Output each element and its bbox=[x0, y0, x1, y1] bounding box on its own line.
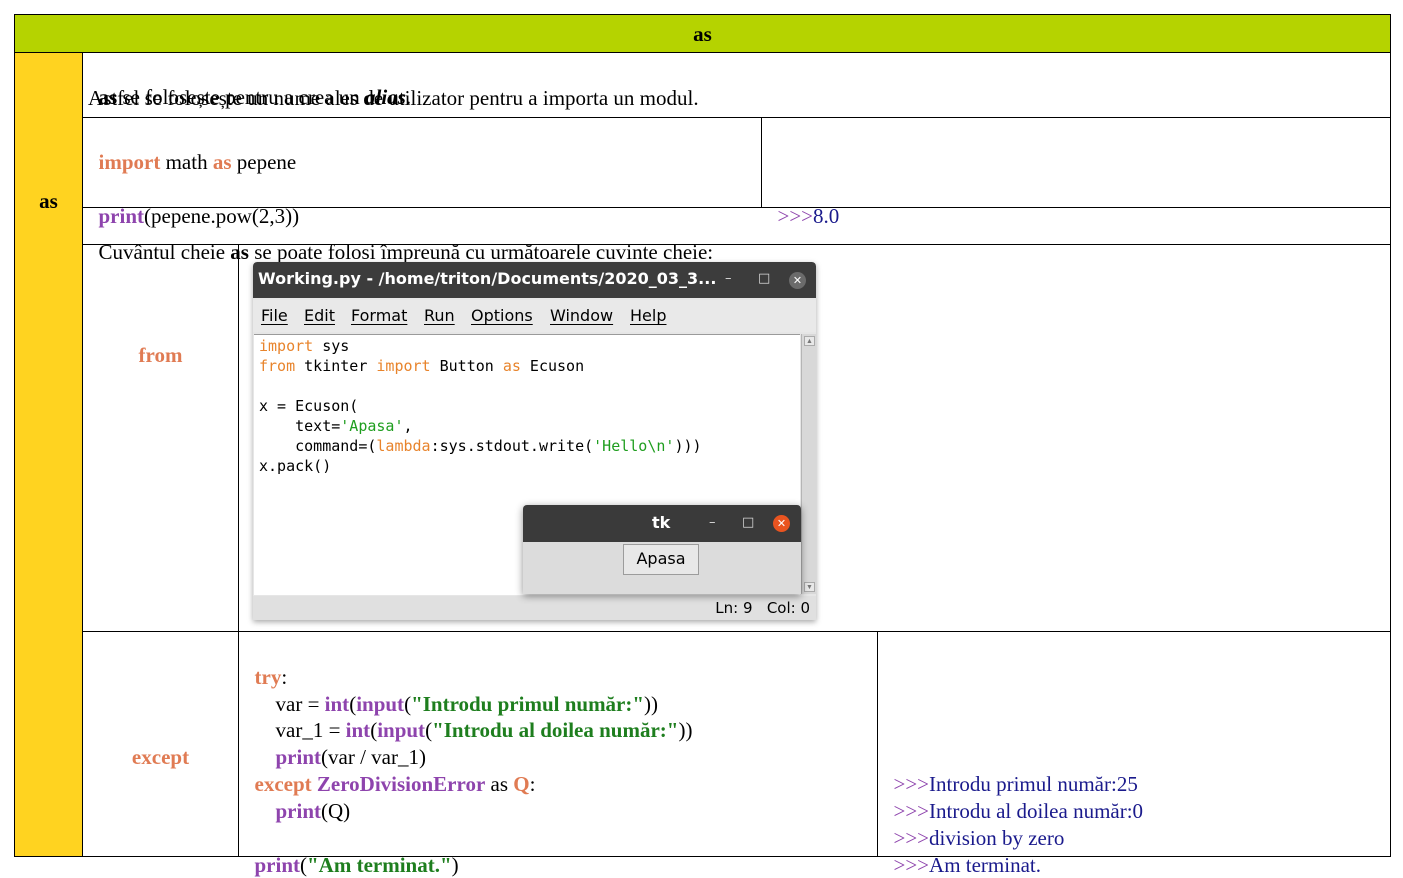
maximize-icon[interactable]: □ bbox=[758, 271, 770, 286]
code-line-2: from tkinter import Button as Ecuson bbox=[259, 357, 585, 375]
code-line-4: x = Ecuson( bbox=[259, 397, 359, 415]
menu-help[interactable]: Help bbox=[630, 306, 666, 325]
except-code-line-8: print("Am terminat.") bbox=[254, 853, 459, 877]
tk-window: tk – □ ✕ Apasa bbox=[523, 505, 801, 594]
scroll-up-arrow-icon[interactable]: ▲ bbox=[804, 336, 815, 346]
example-import-line: import math as pepene bbox=[98, 150, 297, 174]
menu-file[interactable]: File bbox=[261, 306, 288, 325]
idle-titlebar: Working.py - /home/triton/Documents/2020… bbox=[253, 262, 816, 298]
side-label-cell bbox=[15, 52, 82, 856]
code-line-1: import sys bbox=[259, 337, 350, 355]
except-code-line-6: print(Q) bbox=[275, 799, 351, 823]
scroll-down-arrow-icon[interactable]: ▼ bbox=[804, 582, 815, 592]
idle-window-title: Working.py - /home/triton/Documents/2020… bbox=[258, 269, 717, 288]
except-label: except bbox=[131, 745, 190, 769]
apasa-button[interactable]: Apasa bbox=[623, 544, 699, 575]
menu-options[interactable]: Options bbox=[471, 306, 533, 325]
code-line-5: text='Apasa', bbox=[259, 417, 413, 435]
related-keywords-text: Cuvântul cheie as se poate folosi împreu… bbox=[98, 240, 714, 264]
output-line-4: >>>Am terminat. bbox=[893, 853, 1042, 877]
intro-line-2: Astfel se folosește un nume ales de util… bbox=[88, 86, 699, 110]
side-label: as bbox=[39, 189, 58, 213]
tk-minimize-icon[interactable]: – bbox=[709, 515, 716, 530]
menu-edit[interactable]: Edit bbox=[304, 306, 335, 325]
code-line-7: x.pack() bbox=[259, 457, 332, 475]
tk-window-title: tk bbox=[652, 513, 671, 532]
idle-menubar: File Edit Format Run Options Window Help bbox=[253, 300, 816, 332]
minimize-icon[interactable]: – bbox=[725, 271, 732, 286]
idle-statusbar: Ln: 9 Col: 0 bbox=[253, 596, 816, 620]
example-output: >>>8.0 bbox=[777, 204, 840, 228]
menu-run[interactable]: Run bbox=[424, 306, 455, 325]
close-icon[interactable]: ✕ bbox=[789, 272, 806, 289]
header-title: as bbox=[693, 22, 712, 46]
editor-scrollbar[interactable]: ▲ ▼ bbox=[801, 334, 816, 594]
tk-maximize-icon[interactable]: □ bbox=[742, 515, 754, 530]
menu-format[interactable]: Format bbox=[351, 306, 407, 325]
tk-titlebar: tk – □ ✕ bbox=[523, 505, 801, 542]
tk-close-icon[interactable]: ✕ bbox=[773, 515, 790, 532]
cursor-position: Ln: 9 Col: 0 bbox=[715, 599, 810, 617]
menu-window[interactable]: Window bbox=[550, 306, 613, 325]
code-line-6: command=(lambda:sys.stdout.write('Hello\… bbox=[259, 437, 702, 455]
from-label: from bbox=[138, 343, 183, 367]
